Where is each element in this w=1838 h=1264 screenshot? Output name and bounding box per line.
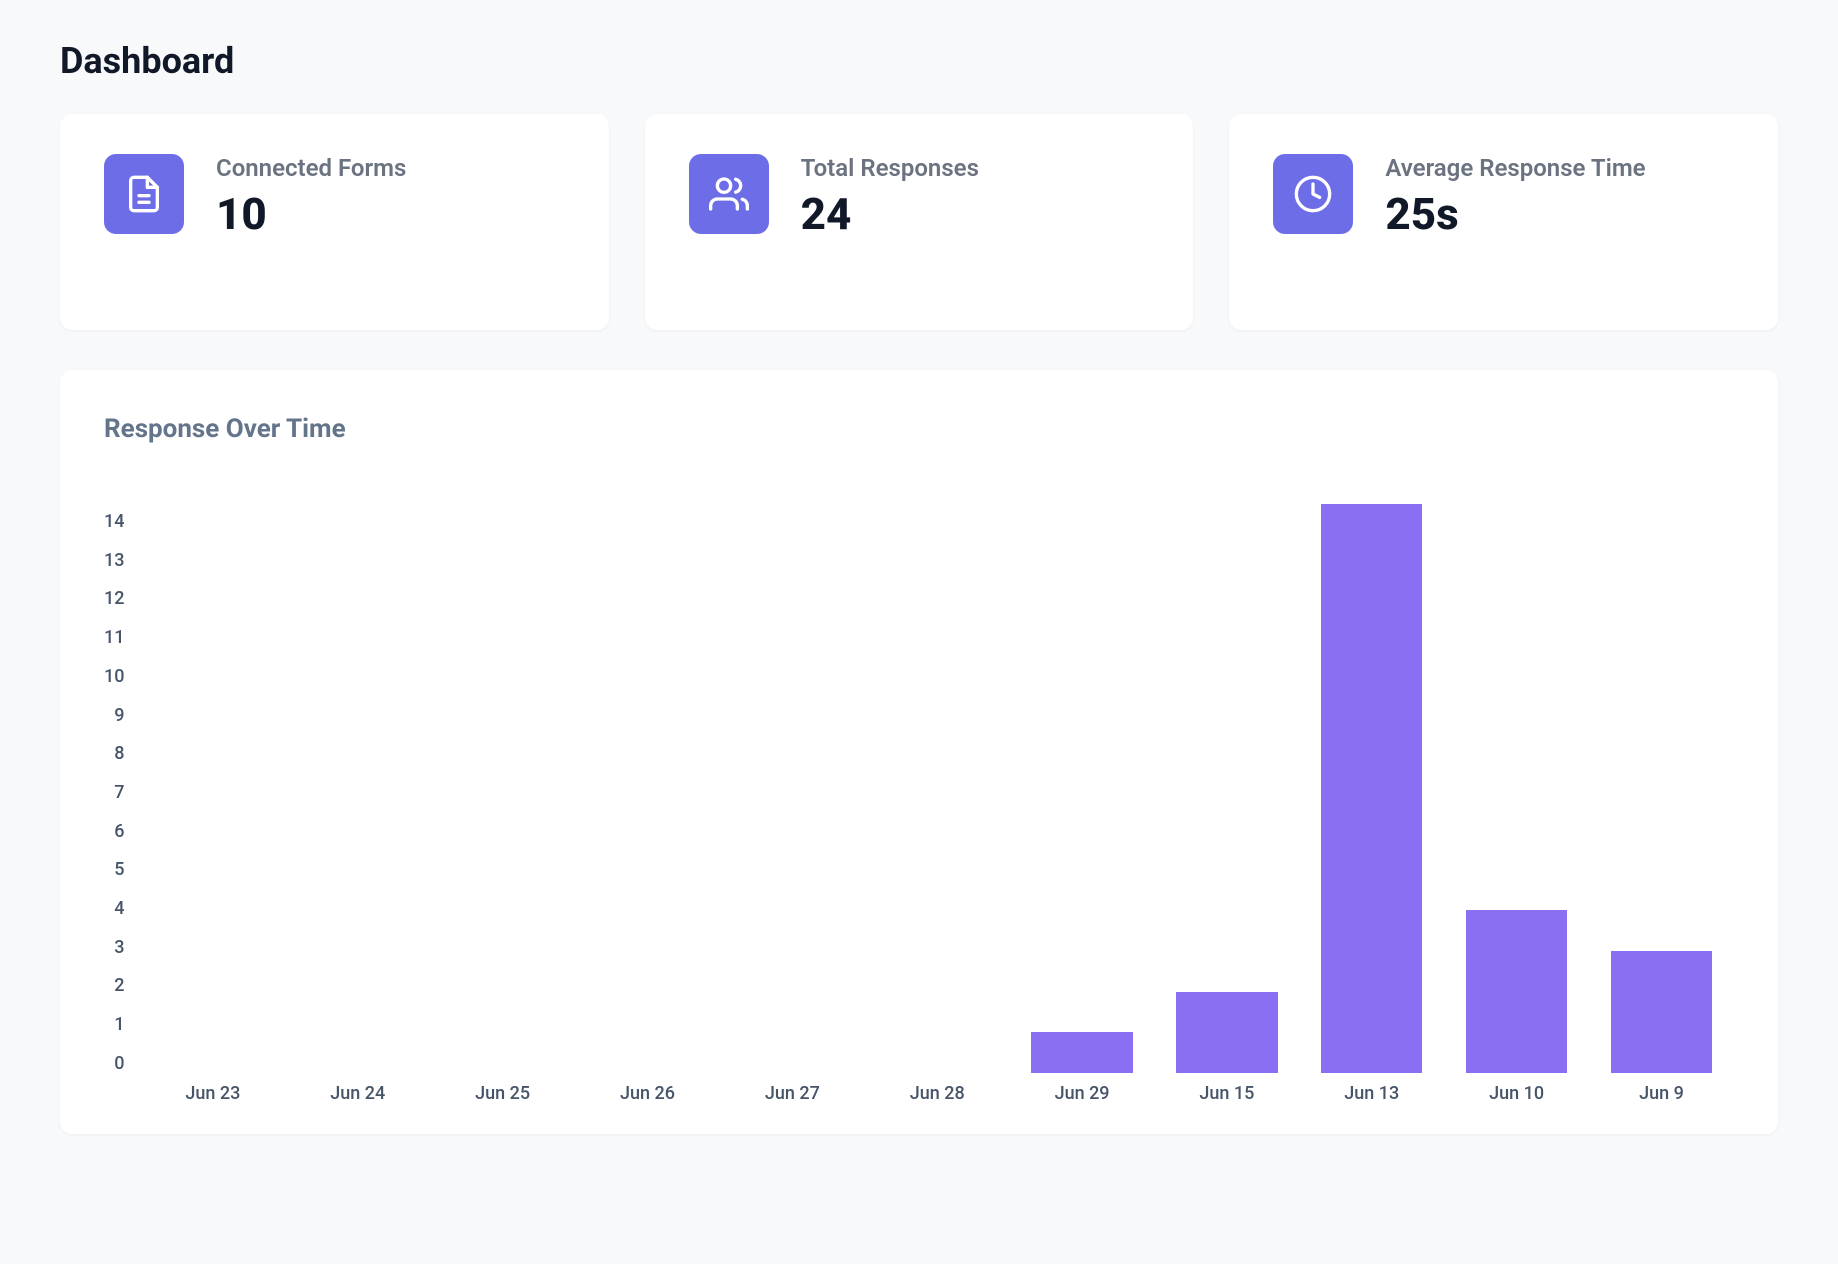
chart-x-axis: Jun 23Jun 24Jun 25Jun 26Jun 27Jun 28Jun …: [140, 1083, 1734, 1104]
chart-bar-slot: [1010, 504, 1155, 1073]
chart-y-tick: 10: [104, 668, 124, 686]
chart-x-tick: Jun 23: [140, 1083, 285, 1104]
chart-area: 01234567891011121314 Jun 23Jun 24Jun 25J…: [104, 504, 1734, 1104]
chart-card-response-over-time: Response Over Time 01234567891011121314 …: [60, 370, 1778, 1134]
chart-y-tick: 0: [114, 1055, 124, 1073]
chart-bar-slot: [140, 504, 285, 1073]
chart-bar-slot: [865, 504, 1010, 1073]
stat-card-connected-forms: Connected Forms 10: [60, 114, 609, 330]
chart-bar: [1176, 992, 1277, 1073]
chart-y-tick: 13: [104, 552, 124, 570]
chart-x-tick: Jun 28: [865, 1083, 1010, 1104]
chart-y-tick: 4: [114, 900, 124, 918]
chart-y-tick: 7: [114, 784, 124, 802]
stat-value: 10: [216, 188, 406, 240]
chart-title: Response Over Time: [104, 414, 1734, 444]
stat-value: 25s: [1385, 188, 1645, 240]
stats-row: Connected Forms 10 Total Responses 24 Av: [60, 114, 1778, 330]
chart-bar: [1031, 1032, 1132, 1073]
chart-bar-slot: [575, 504, 720, 1073]
stat-label: Total Responses: [801, 154, 979, 182]
users-icon: [689, 154, 769, 234]
chart-x-tick: Jun 27: [720, 1083, 865, 1104]
chart-x-tick: Jun 24: [285, 1083, 430, 1104]
chart-y-tick: 5: [114, 861, 124, 879]
chart-bar: [1321, 504, 1422, 1073]
page-title: Dashboard: [60, 40, 1778, 82]
chart-bar-slot: [1589, 504, 1734, 1073]
chart-y-tick: 12: [104, 590, 124, 608]
chart-bar-slot: [1299, 504, 1444, 1073]
chart-x-tick: Jun 25: [430, 1083, 575, 1104]
chart-bar-slot: [430, 504, 575, 1073]
stat-label: Average Response Time: [1385, 154, 1645, 182]
stat-label: Connected Forms: [216, 154, 406, 182]
chart-x-tick: Jun 10: [1444, 1083, 1589, 1104]
chart-x-tick: Jun 29: [1010, 1083, 1155, 1104]
chart-bar-slot: [1444, 504, 1589, 1073]
chart-y-tick: 2: [114, 977, 124, 995]
chart-y-tick: 9: [114, 707, 124, 725]
document-icon: [104, 154, 184, 234]
chart-x-tick: Jun 9: [1589, 1083, 1734, 1104]
stat-value: 24: [801, 188, 979, 240]
clock-icon: [1273, 154, 1353, 234]
chart-y-tick: 8: [114, 745, 124, 763]
chart-y-tick: 11: [104, 629, 124, 647]
chart-x-tick: Jun 26: [575, 1083, 720, 1104]
chart-plot: [140, 504, 1734, 1073]
stat-card-total-responses: Total Responses 24: [645, 114, 1194, 330]
chart-y-tick: 3: [114, 939, 124, 957]
chart-y-tick: 6: [114, 823, 124, 841]
chart-bar-slot: [720, 504, 865, 1073]
stat-card-avg-response-time: Average Response Time 25s: [1229, 114, 1778, 330]
chart-y-axis: 01234567891011121314: [104, 504, 140, 1064]
chart-x-tick: Jun 15: [1154, 1083, 1299, 1104]
chart-x-tick: Jun 13: [1299, 1083, 1444, 1104]
chart-bar: [1611, 951, 1712, 1073]
chart-bar-slot: [1154, 504, 1299, 1073]
chart-bar: [1466, 910, 1567, 1073]
chart-bar-slot: [285, 504, 430, 1073]
chart-y-tick: 1: [114, 1016, 124, 1034]
chart-y-tick: 14: [104, 513, 124, 531]
